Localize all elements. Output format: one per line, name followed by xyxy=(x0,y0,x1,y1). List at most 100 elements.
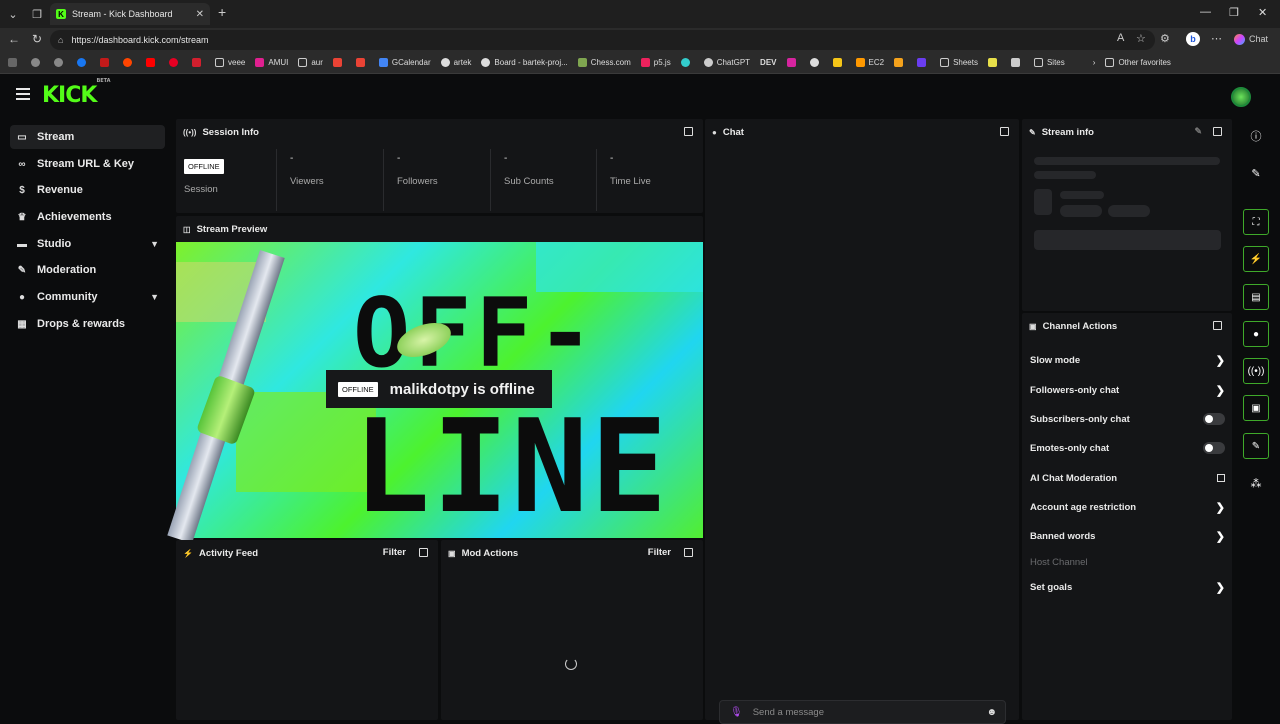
bookmark-m-icon[interactable] xyxy=(917,58,930,67)
subscribers-only-toggle[interactable] xyxy=(1203,413,1225,425)
notes-widget-icon[interactable]: ▤ xyxy=(1243,284,1269,310)
reload-icon[interactable]: ↻ xyxy=(32,32,42,46)
bookmark-doc-icon[interactable] xyxy=(1010,58,1024,67)
sidebar-item-studio[interactable]: ▬ Studio ▼ xyxy=(10,232,165,256)
copilot-chat-button[interactable]: Chat xyxy=(1234,34,1268,46)
more-menu-icon[interactable]: ⋯ xyxy=(1211,32,1222,45)
bookmark-amui[interactable]: AMUI xyxy=(255,58,288,67)
url-text: https://dashboard.kick.com/stream xyxy=(71,35,209,45)
browser-tab[interactable]: K Stream - Kick Dashboard ✕ xyxy=(50,3,210,25)
action-label: Slow mode xyxy=(1030,354,1081,366)
popout-icon[interactable] xyxy=(684,127,693,136)
sidebar-item-revenue[interactable]: $ Revenue xyxy=(10,178,165,202)
bookmark-icon-1[interactable] xyxy=(8,58,21,67)
url-input[interactable]: ⌂ https://dashboard.kick.com/stream xyxy=(50,30,1155,50)
bookmark-globe2-icon[interactable] xyxy=(54,58,67,67)
popout-icon[interactable] xyxy=(1000,127,1009,136)
info-icon[interactable]: ⓘ xyxy=(1247,127,1265,145)
edit-pencil-icon[interactable]: ✎ xyxy=(1194,126,1202,137)
popout-icon[interactable] xyxy=(1213,321,1222,330)
followers-only-chat-action[interactable]: Followers-only chat ❯ xyxy=(1030,381,1225,399)
bing-icon[interactable]: b xyxy=(1186,32,1200,46)
panel-title: Channel Actions xyxy=(1042,320,1118,332)
broadcast-icon: ((•)) xyxy=(183,127,197,137)
sidebar-item-drops-rewards[interactable]: ▦ Drops & rewards xyxy=(10,312,165,336)
bookmark-folder-aur[interactable]: aur xyxy=(298,58,323,67)
restore-icon[interactable]: ❐ xyxy=(1229,6,1239,19)
sidebar-item-community[interactable]: ● Community ▼ xyxy=(10,285,165,309)
bookmark-circle-icon[interactable] xyxy=(680,58,694,67)
subscribers-only-chat-action: Subscribers-only chat xyxy=(1030,410,1225,428)
extensions-icon[interactable]: ⚙ xyxy=(1160,32,1170,45)
slow-mode-action[interactable]: Slow mode ❯ xyxy=(1030,351,1225,369)
menu-hamburger-icon[interactable] xyxy=(16,88,30,100)
bookmarks-more-icon[interactable]: › xyxy=(1093,58,1096,67)
favorite-star-icon[interactable]: ☆ xyxy=(1136,32,1146,45)
bookmark-gmail-icon[interactable] xyxy=(332,58,346,67)
session-widget-icon[interactable]: ⛶ xyxy=(1243,209,1269,235)
bookmark-p5js[interactable]: p5.js xyxy=(640,58,671,67)
microphone-icon[interactable]: 🎙 xyxy=(730,707,743,718)
ai-chat-moderation-action[interactable]: AI Chat Moderation xyxy=(1030,469,1225,487)
edit-icon[interactable]: ✎ xyxy=(1247,164,1265,182)
popout-icon[interactable] xyxy=(419,548,428,557)
site-info-icon[interactable]: ⌂ xyxy=(58,35,63,45)
bookmark-dev[interactable]: DEV xyxy=(760,58,776,67)
broadcast-widget-icon[interactable]: ((•)) xyxy=(1243,358,1269,384)
bookmark-x-icon[interactable] xyxy=(987,58,1001,67)
sidebar-item-achievements[interactable]: ♛ Achievements xyxy=(10,205,165,229)
sidebar-item-stream[interactable]: ▭ Stream xyxy=(10,125,165,149)
sidebar-item-moderation[interactable]: ✎ Moderation xyxy=(10,258,165,282)
bookmark-folder-veee[interactable]: veee xyxy=(215,58,245,67)
bookmark-globe-icon[interactable] xyxy=(31,58,44,67)
more-widgets-icon[interactable]: ⁂ xyxy=(1247,474,1265,492)
bookmark-yellow-icon[interactable] xyxy=(832,58,846,67)
bookmark-youtube-icon[interactable] xyxy=(146,58,159,67)
bookmark-chess[interactable]: Chess.com xyxy=(577,58,631,67)
emote-icon[interactable]: ☻ xyxy=(986,707,997,718)
bookmark-github-icon[interactable] xyxy=(809,58,823,67)
back-icon[interactable]: ← xyxy=(8,32,20,46)
filter-button[interactable]: Filter xyxy=(383,547,406,558)
bookmark-pinterest-icon[interactable] xyxy=(169,58,182,67)
popout-icon[interactable] xyxy=(1213,127,1222,136)
bookmark-chatgpt[interactable]: ChatGPT xyxy=(703,58,750,67)
bookmark-facebook-icon[interactable] xyxy=(77,58,90,67)
banned-words-action[interactable]: Banned words ❯ xyxy=(1030,527,1225,545)
new-tab-icon[interactable]: + xyxy=(218,4,226,20)
activity-widget-icon[interactable]: ⚡ xyxy=(1243,246,1269,272)
action-label: AI Chat Moderation xyxy=(1030,472,1118,484)
bookmark-red-icon[interactable] xyxy=(100,58,113,67)
bookmark-instagram-icon[interactable] xyxy=(786,58,800,67)
kick-logo[interactable]: KICKBETA xyxy=(42,78,111,108)
bookmark-pin-icon[interactable] xyxy=(192,58,205,67)
bookmark-orange-icon[interactable] xyxy=(894,58,907,67)
bookmark-reddit-icon[interactable] xyxy=(123,58,136,67)
bookmark-other-favorites[interactable]: Other favorites xyxy=(1105,58,1171,67)
tools-widget-icon[interactable]: ✎ xyxy=(1243,433,1269,459)
set-goals-action[interactable]: Set goals ❯ xyxy=(1030,578,1225,596)
filter-button[interactable]: Filter xyxy=(648,547,671,558)
avatar[interactable] xyxy=(1231,87,1251,107)
external-link-icon xyxy=(1217,474,1225,482)
chat-widget-icon[interactable]: ● xyxy=(1243,321,1269,347)
workspaces-icon[interactable]: ❐ xyxy=(24,0,50,28)
close-tab-icon[interactable]: ✕ xyxy=(196,9,204,20)
sidebar-item-stream-url-key[interactable]: ∞ Stream URL & Key xyxy=(10,152,165,176)
account-age-restriction-action[interactable]: Account age restriction ❯ xyxy=(1030,498,1225,516)
minimize-icon[interactable]: — xyxy=(1200,6,1211,18)
bookmark-folder-sites[interactable]: Sites xyxy=(1033,58,1065,67)
popout-icon[interactable] xyxy=(684,548,693,557)
tab-list-icon[interactable]: ⌄ xyxy=(0,0,26,28)
bookmark-folder-sheets[interactable]: Sheets xyxy=(940,58,978,67)
chat-message-input[interactable]: 🎙 Send a message ☻ xyxy=(719,700,1006,724)
bookmark-artek[interactable]: artek xyxy=(440,58,471,67)
emotes-only-toggle[interactable] xyxy=(1203,442,1225,454)
read-aloud-icon[interactable]: A xyxy=(1117,32,1124,44)
mod-widget-icon[interactable]: ▣ xyxy=(1243,395,1269,421)
bookmark-gmail2-icon[interactable] xyxy=(355,58,369,67)
bookmark-board[interactable]: Board - bartek-proj... xyxy=(481,58,568,67)
window-close-icon[interactable]: ✕ xyxy=(1258,6,1267,19)
bookmark-gcalendar[interactable]: GCalendar xyxy=(378,58,431,67)
bookmark-ec2[interactable]: EC2 xyxy=(855,58,884,67)
